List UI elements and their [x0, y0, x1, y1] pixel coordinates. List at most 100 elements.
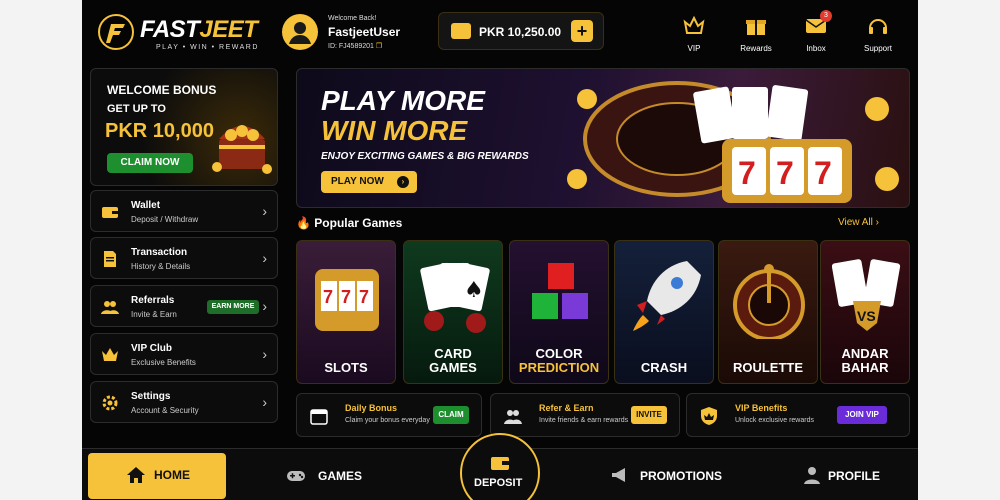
claim-now-button[interactable]: CLAIM NOW	[107, 153, 193, 173]
sidebar-item-settings[interactable]: Settings Account & Security ›	[90, 381, 278, 423]
hero-banner[interactable]: PLAY MORE WIN MORE ENJOY EXCITING GAMES …	[296, 68, 910, 208]
user-id: ID: FJ4589201 ❐	[328, 43, 383, 50]
sidebar-item-label: Wallet	[131, 200, 161, 211]
treasure-chest-icon	[212, 125, 272, 174]
sidebar-item-label: Transaction	[131, 247, 188, 258]
svg-text:7: 7	[323, 287, 333, 307]
balance-widget[interactable]: PKR 10,250.00 +	[438, 12, 604, 50]
add-funds-button[interactable]: +	[571, 20, 593, 42]
svg-text:7: 7	[776, 155, 794, 191]
sidebar-item-label: VIP Club	[131, 343, 172, 354]
logo-mark-icon	[98, 14, 134, 50]
nav-inbox-label: Inbox	[806, 44, 826, 53]
svg-text:7: 7	[341, 287, 351, 307]
chevron-right-icon: ›	[262, 250, 267, 266]
brand-name: FASTJEET	[140, 16, 258, 43]
gear-icon	[102, 395, 118, 411]
popular-games-title: 🔥 Popular Games	[296, 216, 403, 230]
nav-profile-label: PROFILE	[828, 469, 881, 483]
app-window: FASTJEET PLAY • WIN • REWARD Welcome Bac…	[82, 0, 918, 500]
welcome-bonus-title: WELCOME BONUS	[107, 83, 217, 97]
sidebar-item-vip-club[interactable]: VIP Club Exclusive Benefits ›	[90, 333, 278, 375]
bottom-navigation: HOME GAMES DEPOSIT PROMOTIONS PROFILE	[82, 433, 918, 500]
nav-inbox[interactable]: 3 Inbox	[790, 10, 842, 54]
welcome-bonus-subtitle: GET UP TO	[107, 103, 166, 115]
nav-deposit[interactable]: DEPOSIT	[460, 433, 540, 500]
vip-shield-icon	[701, 407, 717, 425]
sidebar-item-sublabel: Exclusive Benefits	[131, 358, 196, 367]
nav-promotions[interactable]: PROMOTIONS	[610, 449, 740, 500]
game-label: ROULETTE	[732, 360, 804, 375]
promo-vip-benefits[interactable]: VIP Benefits Unlock exclusive rewards JO…	[686, 393, 910, 437]
nav-games-label: GAMES	[318, 469, 363, 483]
avatar	[282, 14, 318, 50]
copy-icon: ❐	[375, 43, 383, 50]
promo-daily-bonus[interactable]: Daily Bonus Claim your bonus everyday CL…	[296, 393, 482, 437]
sidebar-item-label: Settings	[131, 391, 171, 402]
game-card-slots[interactable]: 777 SLOTS	[296, 240, 396, 384]
game-card-andar-bahar[interactable]: VS ANDAR BAHAR	[820, 240, 910, 384]
sidebar-item-transaction[interactable]: Transaction History & Details ›	[90, 237, 278, 279]
crown-icon	[102, 348, 118, 361]
nav-home[interactable]: HOME	[88, 453, 226, 499]
username: FastjeetUser	[328, 25, 401, 39]
nav-support-label: Support	[863, 44, 893, 53]
welcome-text: Welcome Back!	[328, 15, 377, 22]
wallet-icon	[102, 207, 118, 218]
game-label: SLOTS	[324, 360, 368, 375]
chevron-right-icon: ›	[262, 346, 267, 362]
users-icon	[101, 301, 119, 314]
wallet-icon	[451, 23, 471, 39]
roulette-icon	[733, 264, 805, 339]
invite-button[interactable]: INVITE	[631, 406, 667, 424]
nav-deposit-label: DEPOSIT	[474, 477, 523, 489]
user-icon	[804, 467, 820, 484]
casino-illustration: 7 7 7	[567, 81, 899, 203]
users-icon	[504, 410, 522, 424]
view-all-link[interactable]: View All ›	[838, 217, 879, 228]
sidebar-item-sublabel: Invite & Earn	[131, 310, 177, 319]
nav-profile[interactable]: PROFILE	[802, 449, 902, 500]
promo-subtitle: Claim your bonus everyday	[345, 417, 430, 424]
earn-more-badge[interactable]: EARN MORE	[207, 300, 259, 314]
nav-vip-label: VIP	[687, 44, 701, 53]
headset-icon	[869, 19, 887, 34]
game-card-color-prediction[interactable]: COLOR PREDICTION	[509, 240, 609, 384]
nav-home-label: HOME	[154, 468, 190, 482]
banner-subtitle: ENJOY EXCITING GAMES & BIG REWARDS	[321, 151, 529, 162]
svg-text:7: 7	[359, 287, 369, 307]
nav-support[interactable]: Support	[852, 14, 904, 54]
home-icon	[127, 467, 145, 483]
chevron-right-icon: ›	[262, 394, 267, 410]
user-profile-summary[interactable]: Welcome Back! FastjeetUser ID: FJ4589201…	[282, 12, 432, 56]
welcome-bonus-card: WELCOME BONUS GET UP TO PKR 10,000 CLAIM…	[90, 68, 278, 186]
crown-diamond-icon	[683, 15, 705, 34]
nav-vip[interactable]: VIP	[668, 14, 720, 54]
inbox-badge: 3	[820, 10, 832, 22]
balance-amount: PKR 10,250.00	[479, 25, 562, 39]
nav-rewards[interactable]: Rewards	[730, 14, 782, 54]
game-card-crash[interactable]: CRASH	[614, 240, 714, 384]
nav-rewards-label: Rewards	[740, 44, 772, 53]
game-card-card-games[interactable]: ♠ CARD GAMES	[403, 240, 503, 384]
game-card-roulette[interactable]: ROULETTE	[718, 240, 818, 384]
sidebar-item-sublabel: Account & Security	[131, 406, 199, 415]
play-now-button[interactable]: PLAY NOW ›	[321, 171, 417, 193]
game-label: CARD GAMES	[429, 346, 477, 375]
slot-machine-icon: 777	[315, 269, 379, 331]
cubes-icon	[532, 263, 588, 319]
promo-title: Daily Bonus	[345, 403, 398, 413]
arrow-right-icon: ›	[397, 176, 409, 188]
brand-logo[interactable]: FASTJEET PLAY • WIN • REWARD	[98, 12, 268, 56]
promo-refer-earn[interactable]: Refer & Earn Invite friends & earn rewar…	[490, 393, 680, 437]
sidebar-item-referrals[interactable]: Referrals Invite & Earn EARN MORE ›	[90, 285, 278, 327]
sidebar-item-wallet[interactable]: Wallet Deposit / Withdraw ›	[90, 190, 278, 232]
banner-headline-1: PLAY MORE	[321, 85, 485, 116]
cards-icon: ♠	[420, 262, 490, 333]
claim-button[interactable]: CLAIM	[433, 406, 469, 424]
welcome-bonus-amount: PKR 10,000	[105, 120, 214, 142]
nav-games[interactable]: GAMES	[286, 449, 376, 500]
sidebar-item-sublabel: History & Details	[131, 262, 191, 271]
promo-subtitle: Unlock exclusive rewards	[735, 417, 814, 424]
join-vip-button[interactable]: JOIN VIP	[837, 406, 887, 424]
